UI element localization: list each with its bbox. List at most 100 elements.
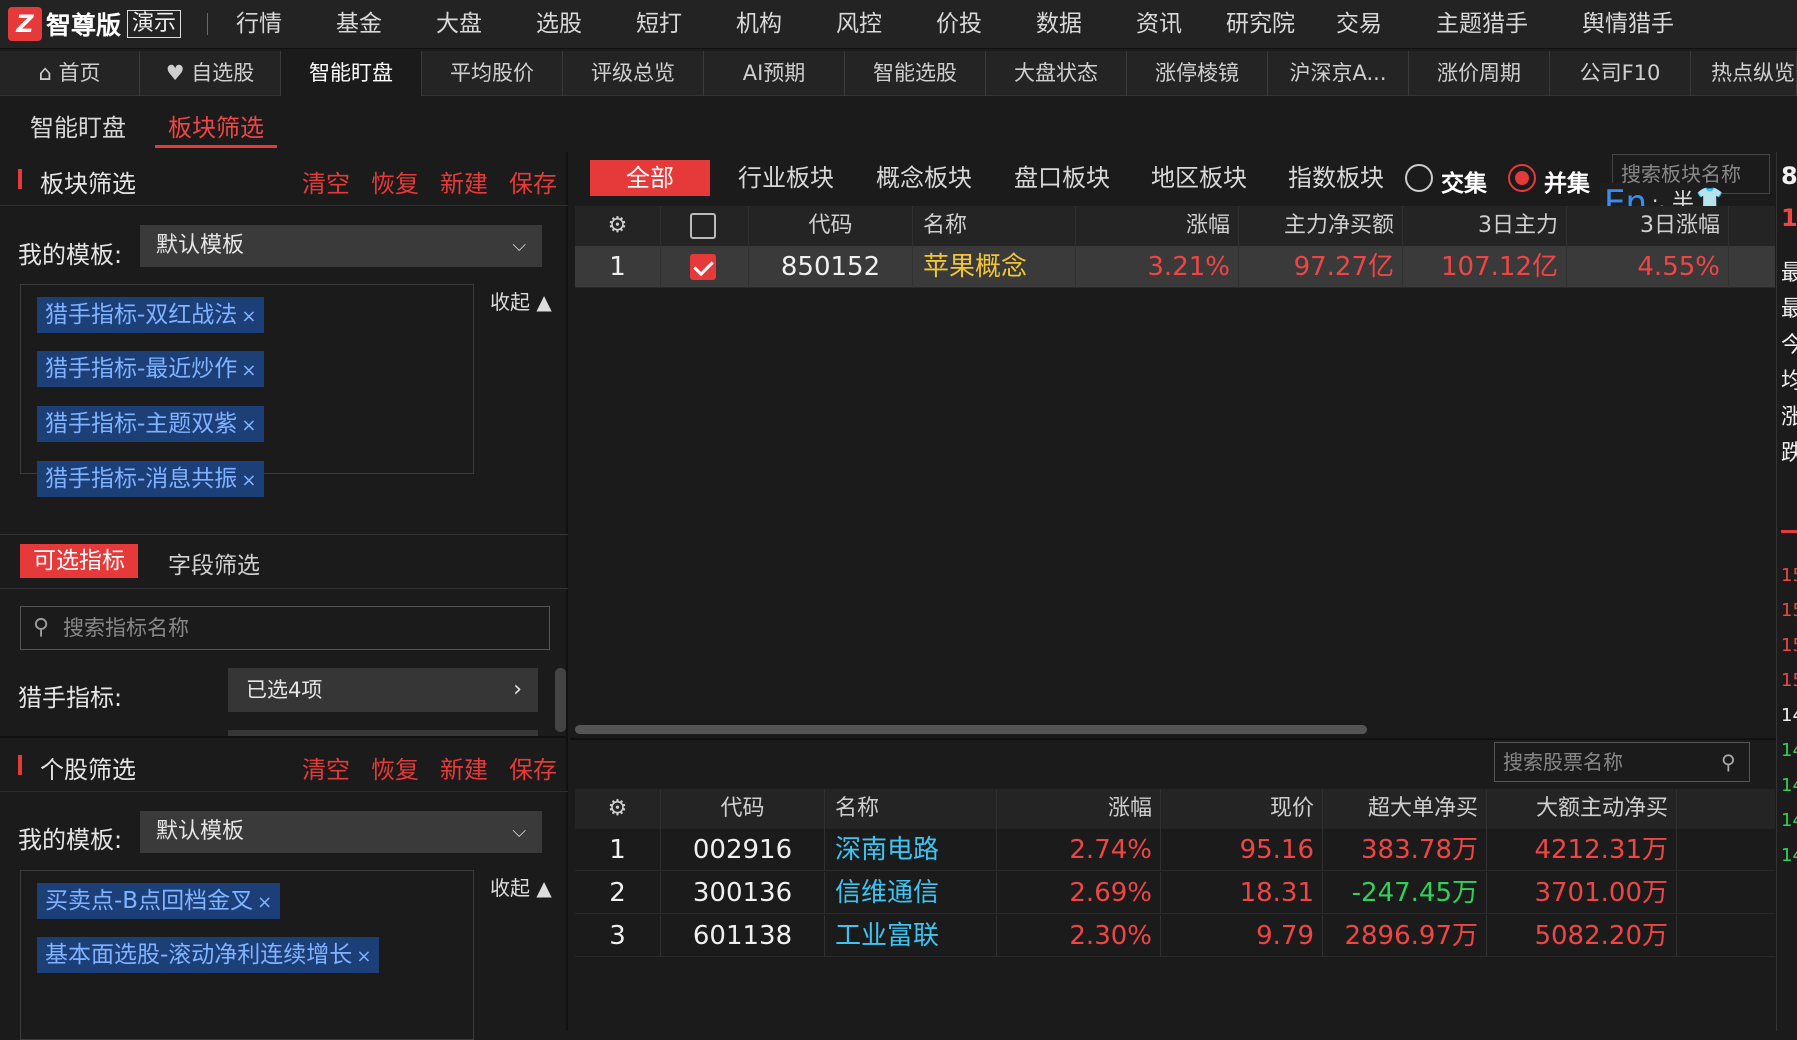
- category-industry[interactable]: 行业板块: [738, 163, 834, 193]
- table-row[interactable]: 2 300136 信维通信 2.69% 18.31 -247.45万 3701.…: [575, 872, 1775, 914]
- chevron-down-icon: ⌵: [512, 821, 526, 842]
- col-big-active-net-buy[interactable]: 大额主动净买: [1487, 789, 1677, 829]
- category-concept[interactable]: 概念板块: [876, 163, 972, 193]
- category-all[interactable]: 全部: [590, 160, 710, 196]
- tab-avg-price[interactable]: 平均股价: [422, 51, 563, 96]
- subtab-smart-watch[interactable]: 智能盯盘: [30, 112, 126, 144]
- col-net-buy[interactable]: 主力净买额: [1239, 206, 1403, 246]
- tab-watchlist[interactable]: ♥ 自选股: [140, 51, 281, 96]
- tab-smart-pick[interactable]: 智能选股: [845, 51, 986, 96]
- menu-item-fund[interactable]: 基金: [336, 10, 382, 38]
- col-name[interactable]: 名称: [913, 206, 1076, 246]
- close-icon[interactable]: ×: [356, 946, 371, 967]
- tab-rating[interactable]: 评级总览: [563, 51, 704, 96]
- row-name[interactable]: 深南电路: [825, 829, 997, 871]
- sector-new-button[interactable]: 新建: [440, 164, 488, 199]
- tab-limit-prism[interactable]: 涨停棱镜: [1127, 51, 1268, 96]
- menu-item-stock-pick[interactable]: 选股: [536, 10, 582, 38]
- menu-item-theme-hunter[interactable]: 主题猎手: [1436, 10, 1528, 38]
- menu-item-risk[interactable]: 风控: [836, 10, 882, 38]
- col-change[interactable]: 涨幅: [1076, 206, 1239, 246]
- col-code[interactable]: 代码: [661, 789, 825, 829]
- menu-item-index[interactable]: 大盘: [436, 10, 482, 38]
- category-index[interactable]: 指数板块: [1288, 163, 1384, 193]
- row-name[interactable]: 信维通信: [825, 872, 997, 914]
- close-icon[interactable]: ×: [241, 306, 256, 327]
- table-row[interactable]: 1 850152 苹果概念 3.21% 97.27亿 107.12亿 4.55%: [575, 246, 1775, 288]
- menu-item-institution[interactable]: 机构: [736, 10, 782, 38]
- tab-a-shares[interactable]: 沪深京A...: [1268, 51, 1409, 96]
- tab-market-status[interactable]: 大盘状态: [986, 51, 1127, 96]
- close-icon[interactable]: ×: [257, 892, 272, 913]
- row-code: 300136: [661, 872, 825, 914]
- intersect-radio[interactable]: [1405, 164, 1433, 192]
- close-icon[interactable]: ×: [241, 470, 256, 491]
- col-super-net-buy[interactable]: 超大单净买: [1323, 789, 1487, 829]
- sector-save-button[interactable]: 保存: [509, 164, 557, 199]
- menu-item-trade[interactable]: 交易: [1336, 10, 1382, 38]
- col-3d-main[interactable]: 3日主力: [1403, 206, 1567, 246]
- divider: [0, 588, 568, 589]
- indicator-tab-optional[interactable]: 可选指标: [20, 544, 138, 578]
- col-name[interactable]: 名称: [825, 789, 997, 829]
- menu-item-market[interactable]: 行情: [236, 10, 282, 38]
- menu-item-sentiment-hunter[interactable]: 舆情猎手: [1582, 10, 1674, 38]
- menu-item-short-trade[interactable]: 短打: [636, 10, 682, 38]
- sector-clear-button[interactable]: 清空: [302, 164, 350, 199]
- close-icon[interactable]: ×: [241, 360, 256, 381]
- right-detail-strip: 8 1 最 最 今 均 涨 跌 15 15 15 15 14 14 14 14 …: [1776, 152, 1797, 1031]
- sector-tag[interactable]: 猎手指标-双红战法 ×: [37, 297, 265, 333]
- stock-collapse-button[interactable]: 收起 ▲: [490, 872, 552, 901]
- menu-item-value[interactable]: 价投: [936, 10, 982, 38]
- stock-tag[interactable]: 基本面选股-滚动净利连续增长 ×: [37, 937, 380, 973]
- stock-clear-button[interactable]: 清空: [302, 750, 350, 785]
- sector-tag[interactable]: 猎手指标-消息共振 ×: [37, 461, 265, 497]
- sector-template-select[interactable]: 默认模板 ⌵: [140, 225, 542, 267]
- col-change[interactable]: 涨幅: [997, 789, 1161, 829]
- hunter-indicator-select[interactable]: 已选4项 ›: [228, 668, 538, 712]
- left-scrollbar[interactable]: [555, 668, 566, 732]
- tab-price-cycle[interactable]: 涨价周期: [1409, 51, 1550, 96]
- row-checkbox[interactable]: [661, 246, 749, 288]
- menu-item-data[interactable]: 数据: [1036, 10, 1082, 38]
- sector-tag[interactable]: 猎手指标-最近炒作 ×: [37, 351, 265, 387]
- search-icon: ⚲: [33, 615, 50, 640]
- tab-f10[interactable]: 公司F10: [1550, 51, 1691, 96]
- tab-home[interactable]: ⌂ 首页: [0, 51, 140, 96]
- menu-item-research[interactable]: 研究院: [1226, 10, 1295, 38]
- menu-item-news[interactable]: 资讯: [1136, 10, 1182, 38]
- sector-table-hscroll[interactable]: [575, 725, 1367, 734]
- intersect-label: 交集: [1441, 171, 1487, 197]
- tab-smart-watch[interactable]: 智能盯盘: [281, 51, 422, 96]
- sector-collapse-button[interactable]: 收起 ▲: [490, 286, 552, 315]
- stock-template-select[interactable]: 默认模板 ⌵: [140, 811, 542, 853]
- app-logo[interactable]: Z 智尊版 演示: [8, 7, 182, 41]
- tab-ai-forecast[interactable]: AI预期: [704, 51, 845, 96]
- union-radio[interactable]: [1508, 164, 1536, 192]
- subtab-sector-filter[interactable]: 板块筛选: [168, 112, 264, 144]
- category-region[interactable]: 地区板块: [1151, 163, 1247, 193]
- table-row[interactable]: 1 002916 深南电路 2.74% 95.16 383.78万 4212.3…: [575, 829, 1775, 871]
- row-name[interactable]: 工业富联: [825, 915, 997, 957]
- stock-search-input[interactable]: 搜索股票名称 ⚲: [1494, 742, 1750, 782]
- indicator-tab-field[interactable]: 字段筛选: [168, 546, 260, 580]
- col-3d-change[interactable]: 3日涨幅: [1567, 206, 1729, 246]
- col-code[interactable]: 代码: [749, 206, 913, 246]
- col-price[interactable]: 现价: [1161, 789, 1323, 829]
- row-super-net-buy: 383.78万: [1323, 829, 1487, 871]
- settings-icon[interactable]: ⚙: [575, 206, 661, 246]
- stock-tag[interactable]: 买卖点-B点回档金叉 ×: [37, 883, 281, 919]
- indicator-search-input[interactable]: ⚲ 搜索指标名称: [20, 606, 550, 650]
- tab-hot-overview[interactable]: 热点纵览: [1691, 51, 1797, 96]
- settings-icon[interactable]: ⚙: [575, 789, 661, 829]
- category-board[interactable]: 盘口板块: [1014, 163, 1110, 193]
- sector-tag[interactable]: 猎手指标-主题双紫 ×: [37, 406, 265, 442]
- stock-new-button[interactable]: 新建: [440, 750, 488, 785]
- stock-save-button[interactable]: 保存: [509, 750, 557, 785]
- strip-label: 均: [1781, 370, 1797, 394]
- sector-restore-button[interactable]: 恢复: [371, 164, 419, 199]
- table-row[interactable]: 3 601138 工业富联 2.30% 9.79 2896.97万 5082.2…: [575, 915, 1775, 957]
- close-icon[interactable]: ×: [241, 415, 256, 436]
- stock-restore-button[interactable]: 恢复: [371, 750, 419, 785]
- select-all-checkbox[interactable]: [661, 206, 749, 246]
